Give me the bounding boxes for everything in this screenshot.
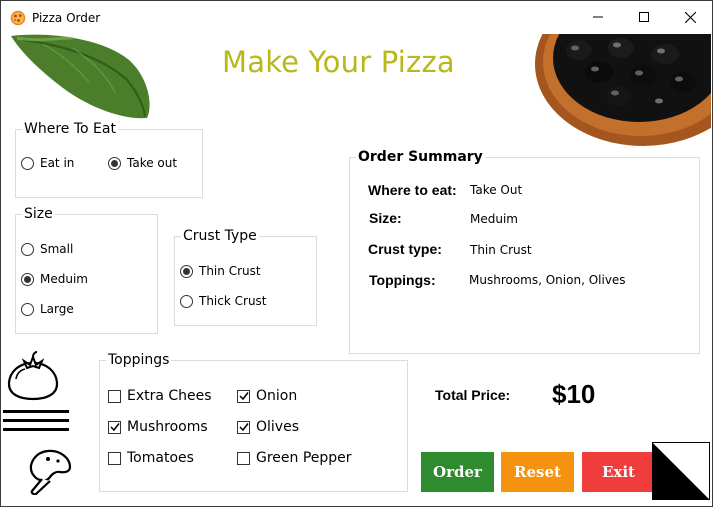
checkbox-onion[interactable]: Onion [237, 388, 297, 404]
checkbox-label: Tomatoes [127, 450, 194, 466]
toppings-legend: Toppings [108, 352, 170, 368]
radio-thin-crust[interactable]: Thin Crust [180, 264, 261, 278]
summary-value-size: Meduim [470, 212, 518, 226]
radio-label: Large [40, 302, 74, 316]
hamburger-menu-icon[interactable] [3, 410, 69, 432]
checkbox-label: Green Pepper [256, 450, 352, 466]
split-square-icon[interactable] [652, 442, 710, 500]
radio-circle[interactable] [21, 156, 34, 170]
close-button[interactable] [667, 1, 712, 33]
checkbox-green-pepper[interactable]: Green Pepper [237, 450, 352, 466]
checkbox-tomatoes[interactable]: Tomatoes [108, 450, 194, 466]
radio-circle[interactable] [21, 302, 34, 316]
checkmark-icon [109, 423, 120, 432]
checkbox-mushrooms[interactable]: Mushrooms [108, 419, 208, 435]
total-price-label: Total Price: [435, 387, 511, 403]
pizza-order-window: Pizza Order Make Your Pizza Where To Eat… [0, 0, 713, 507]
mushroom-icon[interactable] [26, 449, 72, 495]
page-heading: Make Your Pizza [222, 45, 455, 79]
checkbox-box[interactable] [108, 451, 121, 465]
reset-button[interactable]: Reset [501, 452, 574, 492]
order-summary-title: Order Summary [358, 149, 483, 165]
tomato-icon[interactable] [6, 351, 60, 401]
radio-take-out[interactable]: Take out [108, 156, 177, 170]
order-button[interactable]: Order [421, 452, 494, 492]
olives-bowl-image [535, 34, 711, 146]
title-bar[interactable]: Pizza Order [1, 1, 712, 33]
maximize-icon [639, 12, 649, 22]
radio-circle[interactable] [21, 272, 34, 286]
maximize-button[interactable] [621, 1, 667, 33]
radio-label: Meduim [40, 272, 88, 286]
checkbox-label: Olives [256, 419, 299, 435]
radio-circle[interactable] [180, 264, 193, 278]
radio-label: Take out [127, 156, 178, 170]
where-to-eat-legend: Where To Eat [24, 121, 116, 137]
radio-label: Thin Crust [199, 264, 261, 278]
checkbox-box[interactable] [237, 389, 250, 403]
summary-label-crust: Crust type: [368, 241, 442, 257]
radio-label: Eat in [40, 156, 75, 170]
checkbox-box[interactable] [237, 420, 250, 434]
radio-size-medium[interactable]: Meduim [21, 272, 88, 286]
radio-circle[interactable] [180, 294, 193, 308]
minimize-button[interactable] [575, 1, 621, 33]
checkbox-box[interactable] [108, 389, 121, 403]
minimize-icon [593, 16, 603, 18]
radio-circle[interactable] [21, 242, 34, 256]
radio-label: Thick Crust [199, 294, 267, 308]
crust-type-legend: Crust Type [183, 228, 257, 244]
summary-label-size: Size: [369, 210, 402, 226]
radio-size-large[interactable]: Large [21, 302, 74, 316]
checkbox-olives[interactable]: Olives [237, 419, 299, 435]
summary-value-where: Take Out [470, 183, 523, 197]
close-icon [684, 11, 696, 23]
checkbox-label: Onion [256, 388, 298, 404]
radio-eat-in[interactable]: Eat in [21, 156, 74, 170]
radio-thick-crust[interactable]: Thick Crust [180, 294, 267, 308]
summary-label-where: Where to eat: [368, 182, 457, 198]
summary-label-toppings: Toppings: [369, 272, 436, 288]
checkmark-icon [238, 423, 249, 432]
radio-label: Small [40, 242, 74, 256]
checkbox-box[interactable] [237, 451, 250, 465]
checkbox-label: Extra Chees [127, 388, 212, 404]
checkbox-box[interactable] [108, 420, 121, 434]
basil-leaf-image [3, 34, 151, 120]
summary-value-toppings: Mushrooms, Onion, Olives [469, 273, 626, 287]
summary-value-crust: Thin Crust [470, 243, 532, 257]
window-title: Pizza Order [32, 11, 101, 25]
radio-circle[interactable] [108, 156, 121, 170]
size-legend: Size [24, 206, 53, 222]
checkmark-icon [238, 392, 249, 401]
exit-button[interactable]: Exit [582, 452, 655, 492]
total-price-value: $10 [552, 379, 596, 409]
pizza-app-icon [10, 10, 26, 26]
checkbox-extra-cheese[interactable]: Extra Chees [108, 388, 212, 404]
radio-size-small[interactable]: Small [21, 242, 73, 256]
checkbox-label: Mushrooms [127, 419, 208, 435]
